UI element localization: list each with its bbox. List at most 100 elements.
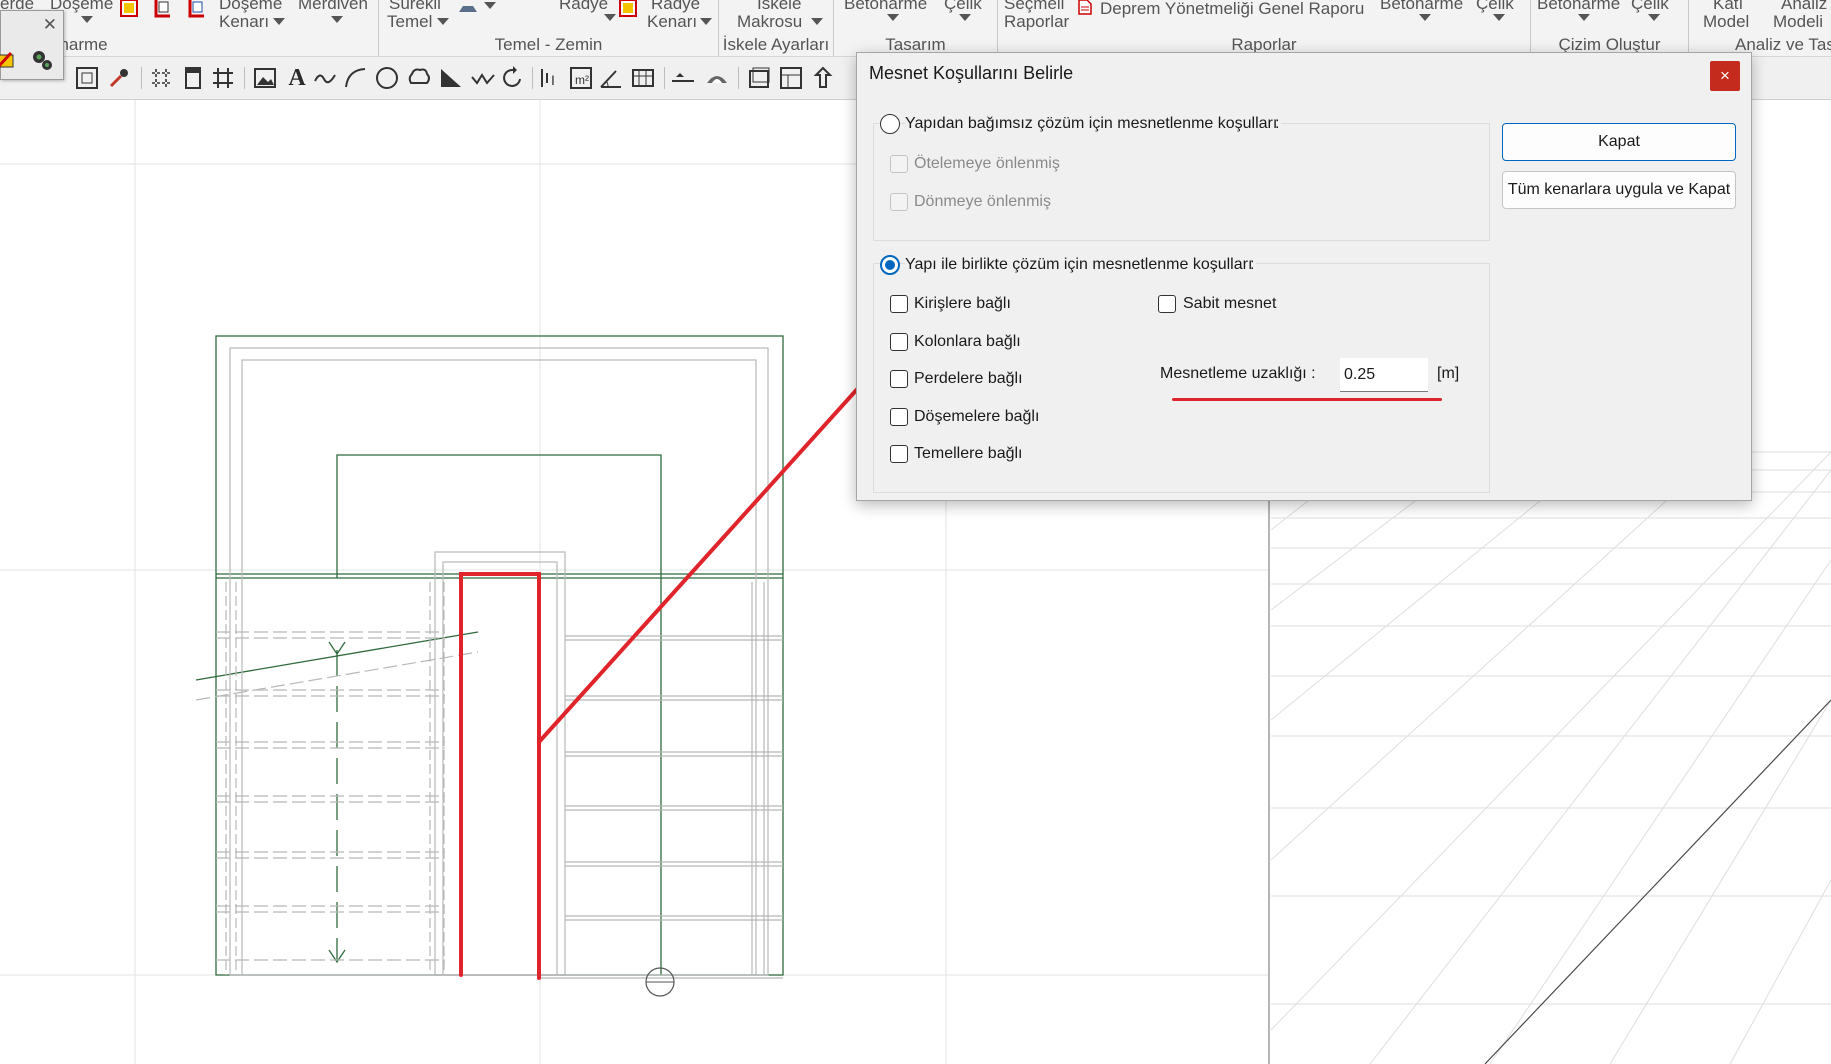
column-icon[interactable] — [180, 65, 206, 91]
ribbon-item-model[interactable]: Model — [1703, 12, 1749, 32]
perspective-grid — [1270, 451, 1831, 1064]
kapat-button[interactable]: Kapat — [1502, 123, 1736, 161]
oteleme-checkbox[interactable] — [890, 155, 908, 173]
kirislere-bagli-checkbox[interactable] — [890, 295, 908, 313]
dimension-icon[interactable] — [470, 65, 496, 91]
chevron-down-icon[interactable] — [1419, 14, 1431, 21]
donme-checkbox[interactable] — [890, 193, 908, 211]
level-icon[interactable]: I — [538, 65, 564, 91]
grid-axis-icon[interactable] — [148, 65, 174, 91]
dialog-close-button[interactable]: × — [1710, 61, 1740, 91]
ribbon-item-raporlar[interactable]: Raporlar — [1004, 12, 1069, 32]
view-3d-icon[interactable] — [704, 65, 730, 91]
ribbon-item-modeli[interactable]: Modeli — [1773, 12, 1823, 32]
ribbon-item-betonarme[interactable]: Betonarme — [844, 0, 927, 14]
ribbon-item-kenari[interactable]: Kenarı — [647, 12, 697, 32]
area-icon[interactable]: m² — [568, 65, 594, 91]
chevron-down-icon[interactable] — [81, 16, 93, 23]
kolonlara-bagli-label: Kolonlara bağlı — [914, 333, 1021, 350]
cloud-icon[interactable] — [406, 65, 432, 91]
chevron-down-icon[interactable] — [959, 14, 971, 21]
toolbar-separator — [141, 67, 142, 89]
image-icon[interactable] — [252, 65, 278, 91]
dosemelere-bagli-checkbox[interactable] — [890, 408, 908, 426]
chevron-down-icon[interactable] — [484, 2, 496, 9]
slab-edge-2-tool-icon[interactable] — [186, 0, 208, 20]
perdelere-bagli-checkbox[interactable] — [890, 370, 908, 388]
ribbon-item-celik[interactable]: Çelik — [1631, 0, 1669, 14]
ribbon-group-tasarim: Betonarme Çelik Tasarım — [834, 0, 998, 56]
toolbar-separator — [738, 67, 739, 89]
apply-all-close-button[interactable]: Tüm kenarlara uygula ve Kapat — [1502, 171, 1736, 209]
chevron-down-icon[interactable] — [273, 18, 285, 25]
ribbon-item-temel[interactable]: Temel — [387, 12, 432, 32]
ribbon-item-kenari[interactable]: Kenarı — [219, 12, 269, 32]
kolonlara-bagli-checkbox[interactable] — [890, 333, 908, 351]
text-tool-icon[interactable]: A — [284, 65, 310, 91]
mini-panel-close-icon[interactable]: ✕ — [43, 15, 57, 35]
circle-icon[interactable] — [374, 65, 400, 91]
independent-colon: : — [1275, 115, 1280, 132]
raft-edge-tool-icon[interactable] — [617, 0, 639, 20]
slab-tool-icon[interactable] — [118, 0, 140, 20]
ribbon-group-title: İskele Ayarları — [722, 35, 830, 54]
independent-label: Yapıdan bağımsız çözüm için mesnetlenme … — [905, 115, 1282, 133]
chevron-down-icon[interactable] — [811, 18, 823, 25]
section-icon[interactable] — [670, 65, 696, 91]
toolbar-separator — [244, 67, 245, 89]
sabit-mesnet-label: Sabit mesnet — [1183, 295, 1277, 312]
polyline-icon[interactable] — [312, 65, 338, 91]
ribbon-group-title: Temel - Zemin — [494, 35, 603, 54]
settings-gears-icon[interactable] — [29, 47, 55, 73]
3d-axis-line — [1484, 699, 1831, 1064]
ribbon-item-radye[interactable]: Radye — [559, 0, 608, 14]
frame-select-icon[interactable] — [74, 65, 100, 91]
slab-edge-tool-icon[interactable] — [152, 0, 174, 20]
toolbar-separator — [532, 67, 533, 89]
ribbon-item-betonarme[interactable]: Betonarme — [1380, 0, 1463, 14]
mini-tool-panel: ✕ — [0, 10, 64, 80]
pencil-tool-icon[interactable] — [0, 49, 17, 71]
window-icon[interactable] — [746, 65, 772, 91]
rotate-icon[interactable] — [500, 65, 526, 91]
ribbon-item-celik[interactable]: Çelik — [944, 0, 982, 14]
chevron-down-icon[interactable] — [1648, 14, 1660, 21]
mesnet-dialog: Mesnet Koşullarını Belirle × Yapıdan bağ… — [856, 52, 1752, 501]
arc-icon[interactable] — [342, 65, 368, 91]
independent-radio[interactable] — [880, 114, 900, 134]
ribbon-item-makrosu[interactable]: Makrosu — [737, 12, 802, 32]
svg-text:m²: m² — [575, 73, 589, 87]
chevron-down-icon[interactable] — [331, 16, 343, 23]
perdelere-bagli-label: Perdelere bağlı — [914, 370, 1023, 387]
temellere-bagli-label: Temellere bağlı — [914, 445, 1023, 462]
temellere-bagli-checkbox[interactable] — [890, 445, 908, 463]
ribbon-item-deprem-raporu[interactable]: Deprem Yönetmeliği Genel Raporu — [1100, 0, 1364, 19]
mesnetleme-uzakligi-input[interactable] — [1340, 358, 1428, 392]
with-structure-colon: : — [1250, 256, 1255, 273]
chevron-down-icon[interactable] — [437, 18, 449, 25]
upload-icon[interactable] — [810, 65, 836, 91]
table-icon[interactable] — [630, 65, 656, 91]
stair-plan — [195, 335, 784, 976]
hatch-icon[interactable] — [438, 65, 464, 91]
oteleme-label: Ötelemeye önlenmiş — [914, 155, 1060, 172]
chevron-down-icon[interactable] — [1493, 14, 1505, 21]
grid-icon[interactable] — [210, 65, 236, 91]
eyedropper-icon[interactable] — [106, 65, 132, 91]
ribbon-item-betonarme[interactable]: Betonarme — [1537, 0, 1620, 14]
ribbon-item-merdiven[interactable]: Merdiven — [298, 0, 368, 14]
mesnetleme-uzakligi-label: Mesnetleme uzaklığı : — [1160, 365, 1316, 382]
kirislere-bagli-label: Kirişlere bağlı — [914, 295, 1011, 312]
chevron-down-icon[interactable] — [1578, 14, 1590, 21]
with-structure-radio[interactable] — [880, 255, 900, 275]
sabit-mesnet-checkbox[interactable] — [1158, 295, 1176, 313]
angle-icon[interactable] — [598, 65, 624, 91]
chevron-down-icon[interactable] — [604, 14, 616, 21]
chevron-down-icon[interactable] — [700, 18, 712, 25]
chevron-down-icon[interactable] — [887, 14, 899, 21]
ribbon-group-temel: Sürekli Temel Radye Radye Kenarı Temel -… — [379, 0, 719, 56]
layout-icon[interactable] — [778, 65, 804, 91]
ribbon-item-celik[interactable]: Çelik — [1476, 0, 1514, 14]
red-underline-annotation — [1172, 398, 1442, 401]
foundation-tool-icon[interactable] — [457, 0, 479, 20]
